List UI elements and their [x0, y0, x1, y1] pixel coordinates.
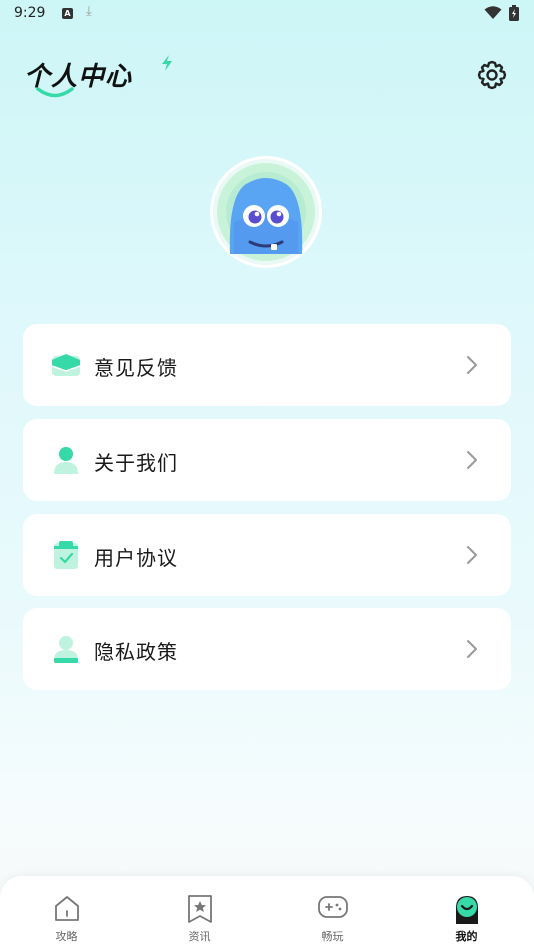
tab-label: 攻略 — [55, 930, 78, 943]
menu-item-privacy-policy[interactable]: 隐私政策 — [23, 608, 511, 690]
status-bar: 9:29 A ⤓ — [0, 0, 534, 28]
download-icon: ⤓ — [86, 4, 92, 19]
title-smile-decoration — [36, 87, 74, 98]
menu-item-label: 用户协议 — [94, 546, 178, 570]
menu-item-label: 意见反馈 — [94, 356, 178, 380]
star-bookmark-icon — [187, 895, 212, 923]
feedback-icon — [51, 354, 81, 376]
chevron-right-icon — [467, 451, 477, 469]
bottom-tab-bar: 攻略 资讯 畅玩 我的 — [0, 876, 534, 950]
battery-icon — [509, 5, 519, 21]
chevron-right-icon — [467, 640, 477, 658]
avatar[interactable] — [216, 162, 316, 262]
profile-card-icon — [54, 636, 78, 663]
spark-icon — [162, 55, 172, 71]
tab-guide[interactable]: 攻略 — [0, 876, 133, 950]
status-time: 9:29 — [14, 5, 46, 21]
menu-item-feedback[interactable]: 意见反馈 — [23, 324, 511, 406]
tab-label: 资讯 — [188, 930, 211, 943]
notification-a-icon: A — [62, 8, 73, 19]
home-icon — [54, 896, 79, 921]
menu-item-label: 关于我们 — [94, 451, 178, 475]
tab-play[interactable]: 畅玩 — [266, 876, 399, 950]
menu-item-about-us[interactable]: 关于我们 — [23, 419, 511, 501]
menu-item-user-agreement[interactable]: 用户协议 — [23, 514, 511, 596]
tab-mine[interactable]: 我的 — [400, 876, 533, 950]
menu-item-label: 隐私政策 — [94, 640, 178, 664]
settings-gear-button[interactable] — [475, 58, 509, 92]
gamepad-icon — [317, 896, 348, 918]
person-icon — [54, 447, 78, 474]
clipboard-check-icon — [54, 541, 78, 569]
wifi-icon — [484, 6, 502, 19]
chevron-right-icon — [467, 546, 477, 564]
tab-news[interactable]: 资讯 — [133, 876, 266, 950]
tab-label: 我的 — [455, 930, 478, 943]
tab-label: 畅玩 — [321, 930, 344, 943]
smile-face-icon — [455, 896, 478, 924]
chevron-right-icon — [467, 356, 477, 374]
